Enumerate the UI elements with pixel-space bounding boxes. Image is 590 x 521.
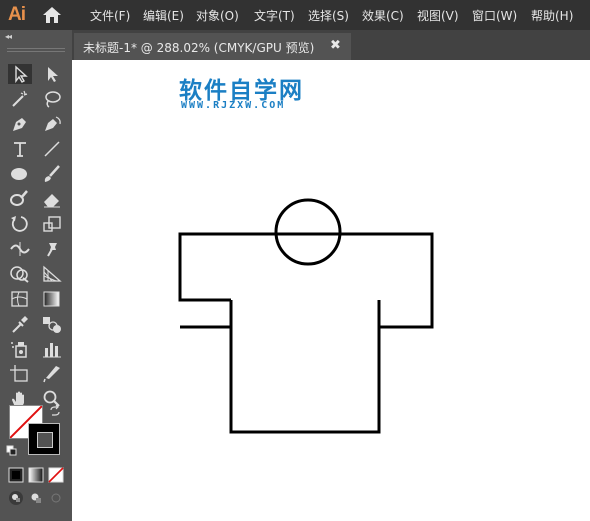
collapse-panel-icon[interactable]: ◂◂ [5, 32, 12, 41]
menu-edit[interactable]: 编辑(E) [143, 7, 184, 24]
color-mode-icon[interactable] [8, 467, 24, 483]
artboard-canvas[interactable]: 软件自学网 WWW.RJZXW.COM [72, 60, 590, 521]
close-tab-icon[interactable]: ✖ [330, 38, 341, 53]
mesh-tool-icon [11, 291, 28, 307]
ellipse-tool[interactable] [8, 164, 32, 184]
selection-tool-icon [15, 65, 28, 84]
line-segment-tool-icon [44, 141, 60, 157]
slice-tool[interactable] [40, 364, 64, 384]
document-tab-bar: 未标题-1* @ 288.02% (CMYK/GPU 预览) ✖ [72, 30, 590, 60]
column-graph-tool[interactable] [40, 339, 64, 359]
toolbox-grip[interactable] [7, 48, 65, 52]
type-tool-icon [14, 142, 26, 157]
menu-type[interactable]: 文字(T) [254, 7, 295, 24]
scale-tool-icon [43, 216, 61, 232]
column-graph-tool-icon [43, 343, 61, 358]
width-tool[interactable] [8, 239, 32, 259]
mesh-tool[interactable] [8, 289, 32, 309]
draw-inside-icon[interactable] [48, 490, 64, 506]
pen-tool[interactable] [8, 114, 32, 134]
stroke-swatch[interactable] [28, 423, 60, 455]
paintbrush-tool-icon [44, 165, 60, 182]
blob-brush-tool-icon [10, 190, 28, 206]
menu-file[interactable]: 文件(F) [90, 7, 130, 24]
blend-tool[interactable] [40, 314, 64, 334]
menu-object[interactable]: 对象(O) [196, 7, 239, 24]
lasso-tool[interactable] [40, 89, 64, 109]
stroke-swatch-inner [37, 432, 53, 448]
perspective-grid-tool[interactable] [40, 264, 64, 284]
toolbox [3, 44, 69, 521]
eraser-tool[interactable] [40, 189, 64, 209]
menu-select[interactable]: 选择(S) [308, 7, 349, 24]
lasso-tool-icon [45, 91, 61, 108]
direct-selection-tool[interactable] [40, 64, 64, 84]
eyedropper-tool-icon [12, 316, 28, 333]
draw-behind-icon[interactable] [28, 490, 44, 506]
magic-wand-tool[interactable] [8, 89, 32, 109]
tshirt-artwork[interactable] [72, 60, 590, 521]
menu-window[interactable]: 窗口(W) [472, 7, 517, 24]
scale-tool[interactable] [40, 214, 64, 234]
menu-effect[interactable]: 效果(C) [362, 7, 404, 24]
document-tab-title: 未标题-1* @ 288.02% (CMYK/GPU 预览) [83, 41, 315, 55]
gradient-tool[interactable] [40, 289, 64, 309]
menu-bar: Ai 文件(F) 编辑(E) 对象(O) 文字(T) 选择(S) 效果(C) 视… [0, 0, 590, 30]
blend-tool-icon [43, 317, 61, 333]
symbol-sprayer-tool-icon [11, 342, 27, 358]
collar-circle[interactable] [274, 198, 342, 266]
blob-brush-tool[interactable] [8, 189, 32, 209]
puppet-warp-tool-icon [47, 243, 57, 257]
curvature-tool[interactable] [40, 114, 64, 134]
eraser-tool-icon [44, 194, 60, 208]
pen-tool-icon [13, 118, 26, 131]
artboard-tool[interactable] [8, 364, 32, 384]
type-tool[interactable] [8, 139, 32, 159]
home-icon[interactable] [40, 5, 64, 25]
direct-selection-tool-icon [48, 67, 58, 82]
menu-help[interactable]: 帮助(H) [531, 7, 573, 24]
draw-normal-icon[interactable] [8, 490, 24, 506]
eyedropper-tool[interactable] [8, 314, 32, 334]
app-logo: Ai [8, 4, 26, 25]
perspective-grid-tool-icon [43, 265, 62, 282]
document-tab[interactable]: 未标题-1* @ 288.02% (CMYK/GPU 预览) ✖ [74, 33, 351, 60]
symbol-sprayer-tool[interactable] [8, 339, 32, 359]
ellipse-tool-icon [11, 168, 27, 180]
width-tool-icon [10, 242, 30, 256]
curvature-tool-icon [45, 116, 61, 131]
artboard-tool-icon [10, 365, 28, 382]
line-segment-tool[interactable] [40, 139, 64, 159]
puppet-warp-tool[interactable] [40, 239, 64, 259]
shape-builder-tool[interactable] [8, 264, 32, 284]
paintbrush-tool[interactable] [40, 164, 64, 184]
default-fill-stroke-icon[interactable] [6, 445, 18, 457]
gradient-tool-icon [43, 291, 60, 307]
menu-view[interactable]: 视图(V) [417, 7, 459, 24]
gradient-mode-icon[interactable] [28, 467, 44, 483]
rotate-tool-icon [11, 216, 28, 232]
magic-wand-tool-icon [12, 90, 28, 107]
shape-builder-tool-icon [10, 266, 29, 283]
slice-tool-icon [43, 366, 60, 383]
swap-fill-stroke-icon[interactable] [49, 405, 61, 417]
selection-tool[interactable] [8, 64, 32, 84]
rotate-tool[interactable] [8, 214, 32, 234]
none-mode-icon[interactable] [48, 467, 64, 483]
